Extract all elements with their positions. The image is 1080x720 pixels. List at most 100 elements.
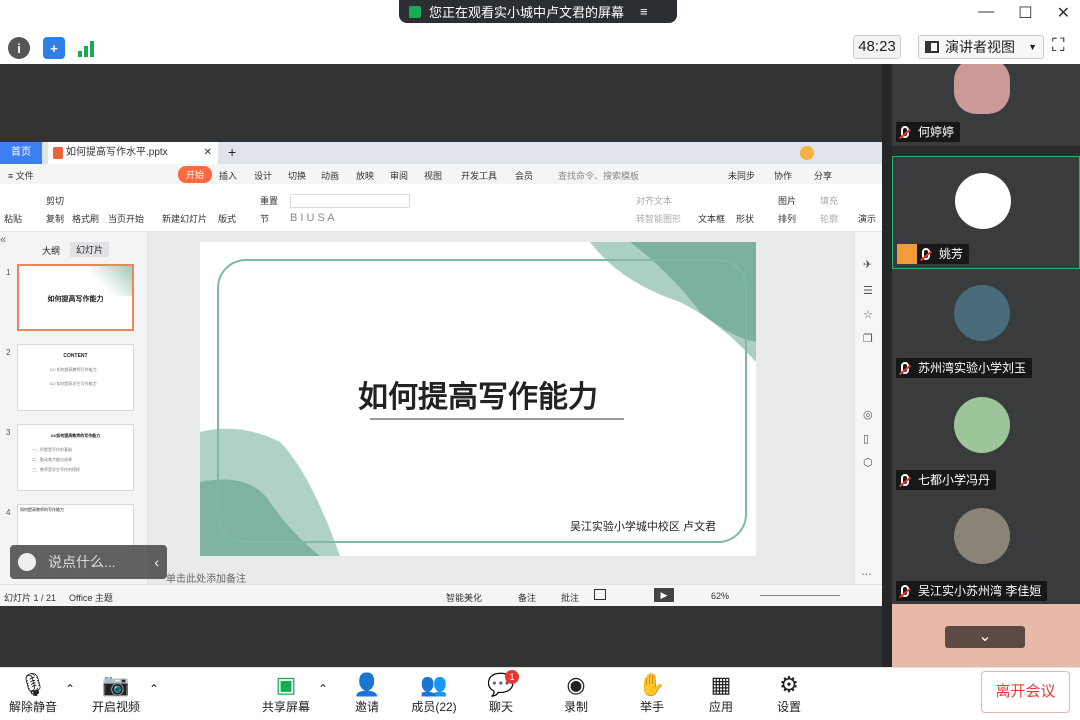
search-input[interactable]: 查找命令、搜索模板 — [558, 169, 639, 182]
chevron-up-icon[interactable]: ⌃ — [65, 682, 75, 696]
location-icon[interactable]: ◎ — [863, 408, 873, 421]
copy-button[interactable]: 复制 — [46, 212, 64, 225]
leave-meeting-button[interactable]: 离开会议 — [981, 671, 1070, 713]
chat-button[interactable]: 💬 聊天 1 — [471, 668, 531, 720]
textbox-button[interactable]: 文本框 — [698, 212, 725, 225]
arrange-button[interactable]: 排列 — [778, 212, 796, 225]
participant-tile[interactable]: 吴江实小苏州湾 李佳姮 — [892, 492, 1080, 605]
zoom-slider[interactable] — [760, 595, 840, 596]
members-button[interactable]: 👥 成员(22) — [404, 668, 464, 720]
menu-view[interactable]: 视图 — [424, 169, 442, 182]
menu-sync[interactable]: 未同步 — [728, 169, 755, 182]
more-icon[interactable]: … — [861, 566, 872, 578]
present-button[interactable]: 演示 — [858, 212, 876, 225]
cube-icon[interactable]: ⬡ — [863, 456, 873, 469]
menu-review[interactable]: 审阅 — [390, 169, 408, 182]
comments-button[interactable]: 批注 — [561, 591, 579, 604]
menu-share[interactable]: 分享 — [814, 169, 832, 182]
menu-animation[interactable]: 动画 — [321, 169, 339, 182]
shape-button[interactable]: 形状 — [736, 212, 754, 225]
smart-graphic-button[interactable]: 转智能图形 — [636, 212, 681, 225]
menu-design[interactable]: 设计 — [254, 169, 272, 182]
signal-icon[interactable] — [78, 39, 98, 57]
video-button[interactable]: 📷 开启视频 — [86, 668, 146, 720]
apps-button[interactable]: ▦ 应用 — [691, 668, 751, 720]
collapse-panel-icon[interactable]: « — [0, 234, 6, 246]
participant-tile[interactable]: 七都小学冯丹 — [892, 381, 1080, 494]
menu-insert[interactable]: 插入 — [219, 169, 237, 182]
menu-member[interactable]: 会员 — [515, 169, 533, 182]
paste-button[interactable]: 粘贴 — [4, 212, 22, 225]
chevron-up-icon[interactable]: ⌃ — [318, 682, 328, 696]
mute-button[interactable]: 🎙 解除静音 — [3, 668, 63, 720]
format-controls[interactable]: B I U S A — [290, 212, 335, 224]
thumb-line: 二、勤动笔才能出成果 — [32, 457, 72, 462]
picture-button[interactable]: 图片 — [778, 194, 796, 207]
menu-slideshow[interactable]: 放映 — [356, 169, 374, 182]
current-slide[interactable]: 如何提高写作能力 吴江实验小学城中校区 卢文君 — [200, 242, 756, 556]
sliders-icon[interactable]: ☰ — [863, 284, 873, 297]
tab-home[interactable]: 首页 — [0, 142, 42, 164]
slide-thumbnail[interactable]: 01/如何提高教师的写作能力 一、积累是写作的基础 二、勤动笔才能出成果 三、教… — [17, 424, 134, 491]
chat-icon: 💬 — [487, 672, 515, 697]
shield-icon[interactable]: + — [43, 37, 65, 59]
book-icon[interactable]: ▯ — [863, 432, 869, 445]
rocket-icon[interactable]: ✈ — [863, 258, 872, 271]
menu-collab[interactable]: 协作 — [774, 169, 792, 182]
tab-outline[interactable]: 大纲 — [42, 244, 60, 257]
notes-button[interactable]: 备注 — [518, 591, 536, 604]
tab-close-icon[interactable]: ✕ — [204, 142, 212, 164]
participant-tile[interactable]: 姚芳 — [892, 156, 1080, 269]
settings-button[interactable]: ⚙ 设置 — [759, 668, 819, 720]
layout-button[interactable]: 版式 — [218, 212, 236, 225]
fullscreen-icon[interactable]: ⛶ — [1052, 35, 1065, 56]
emoji-icon[interactable] — [18, 553, 36, 571]
tab-document[interactable]: 如何提高写作水平.pptx ✕ — [48, 142, 218, 164]
chevron-down-icon[interactable]: ⌄ — [945, 626, 1025, 648]
menu-developer[interactable]: 开发工具 — [461, 169, 497, 182]
participant-tile[interactable]: 苏州湾实验小学刘玉 — [892, 269, 1080, 382]
beautify-button[interactable]: 智能美化 — [446, 591, 482, 604]
close-button[interactable]: ✕ — [1057, 3, 1070, 23]
notes-placeholder[interactable]: 单击此处添加备注 — [166, 570, 246, 585]
format-painter-button[interactable]: 格式刷 — [72, 212, 99, 225]
info-icon[interactable]: i — [8, 37, 30, 59]
cut-button[interactable]: 剪切 — [46, 194, 64, 207]
maximize-button[interactable]: ☐ — [1018, 3, 1032, 23]
banner-menu-icon[interactable]: ≡ — [640, 4, 648, 19]
chevron-left-icon[interactable]: ‹ — [154, 554, 159, 570]
speaker-view-button[interactable]: 演讲者视图 ▼ — [918, 35, 1044, 59]
chevron-up-icon[interactable]: ⌃ — [149, 682, 159, 696]
fill-button[interactable]: 填充 — [820, 194, 838, 207]
avatar[interactable] — [800, 146, 814, 160]
participant-tile[interactable]: 何婷婷 — [892, 64, 1080, 146]
align-text-button[interactable]: 对齐文本 — [636, 194, 672, 207]
normal-view-icon[interactable] — [594, 589, 606, 600]
menu-file[interactable]: ≡ 文件 — [8, 169, 34, 182]
slide-thumbnail[interactable]: CONTENT 01/ 如何提高教师写作能力 02/ 如何提高学生写作能力 — [17, 344, 134, 411]
play-button[interactable]: ▶ — [654, 588, 674, 602]
comment-box[interactable]: 说点什么... ‹ — [10, 545, 167, 579]
copy-icon[interactable]: ❐ — [863, 332, 873, 345]
comment-input[interactable]: 说点什么... — [48, 552, 116, 572]
section-button[interactable]: 节 — [260, 212, 269, 225]
wps-status-bar: 幻灯片 1 / 21 Office 主题 智能美化 备注 批注 ▶ 62% — [0, 584, 882, 606]
raise-hand-button[interactable]: ✋ 举手 — [622, 668, 682, 720]
minimize-button[interactable]: — — [978, 3, 994, 23]
participant-video[interactable]: ⌄ — [892, 604, 1080, 667]
outline-button[interactable]: 轮廓 — [820, 212, 838, 225]
share-banner[interactable]: 您正在观看实小城中卢文君的屏幕 ≡ — [399, 0, 677, 23]
play-from-current-button[interactable]: 当页开始 — [108, 212, 144, 225]
record-button[interactable]: ◉ 录制 — [546, 668, 606, 720]
share-screen-button[interactable]: ▣ 共享屏幕 — [256, 668, 316, 720]
star-icon[interactable]: ☆ — [863, 308, 873, 321]
slide-thumbnail[interactable]: 如何提高写作能力 — [17, 264, 134, 331]
font-controls[interactable] — [290, 194, 410, 208]
tab-slides[interactable]: 幻灯片 — [70, 242, 110, 257]
menu-switch[interactable]: 切换 — [288, 169, 306, 182]
new-tab-button[interactable]: + — [228, 144, 236, 160]
invite-button[interactable]: 👤 邀请 — [337, 668, 397, 720]
menu-start[interactable]: 开始 — [178, 166, 213, 183]
reset-button[interactable]: 重置 — [260, 194, 278, 207]
new-slide-button[interactable]: 新建幻灯片 — [162, 212, 207, 225]
